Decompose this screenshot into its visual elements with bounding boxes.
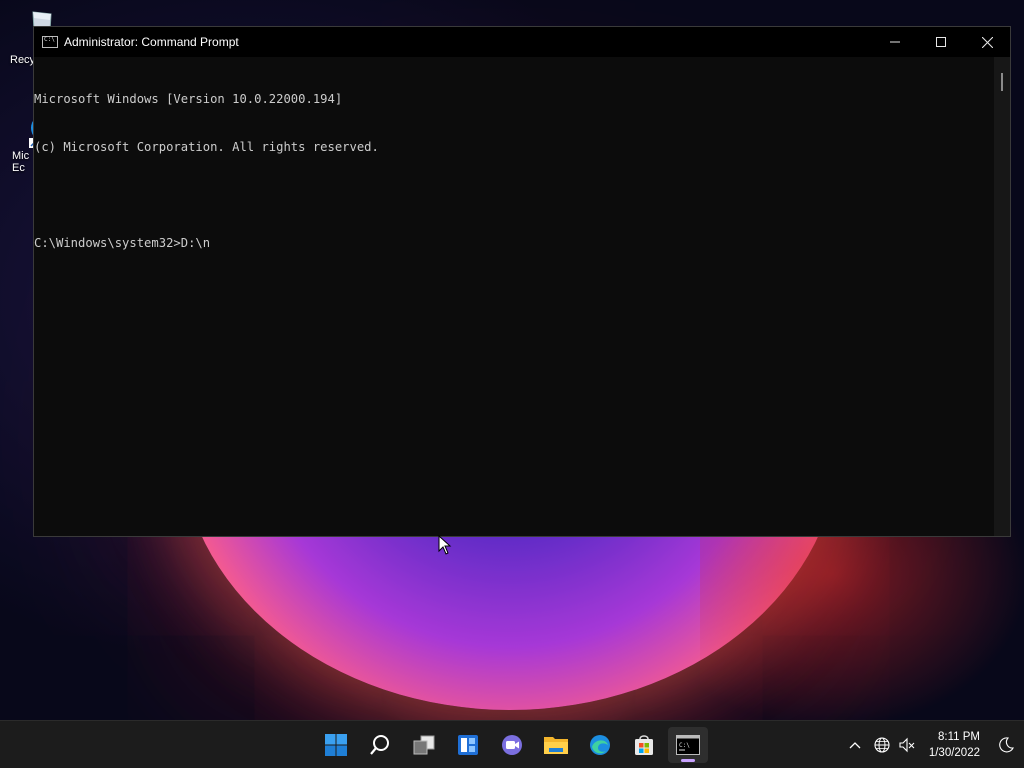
- desktop: Recy Mic Ec Administrator: Command Promp…: [0, 0, 1024, 768]
- task-view-button[interactable]: [404, 727, 444, 763]
- terminal-icon: C:\: [676, 735, 700, 755]
- maximize-button[interactable]: [918, 27, 964, 57]
- console-scrollbar[interactable]: [994, 57, 1010, 536]
- maximize-icon: [936, 37, 946, 47]
- clock-time: 8:11 PM: [938, 731, 980, 743]
- clock-date: 1/30/2022: [928, 747, 980, 759]
- show-hidden-icons-button[interactable]: [841, 741, 869, 749]
- command-prompt-taskbar-button[interactable]: C:\: [668, 727, 708, 763]
- start-button[interactable]: [316, 727, 356, 763]
- windows-start-icon: [325, 734, 347, 756]
- volume-button[interactable]: [895, 737, 919, 753]
- widgets-button[interactable]: [448, 727, 488, 763]
- taskbar: C:\ 8:11 PM 1/30/2022: [0, 720, 1024, 768]
- store-icon: [635, 735, 653, 755]
- task-view-icon: [413, 735, 435, 755]
- window-title: Administrator: Command Prompt: [64, 35, 239, 49]
- svg-text:C:\: C:\: [679, 742, 690, 749]
- mouse-pointer-icon: [438, 535, 452, 555]
- teams-chat-icon: [502, 735, 522, 755]
- speaker-muted-icon: [899, 737, 915, 753]
- minimize-icon: [890, 41, 900, 43]
- edge-button[interactable]: [580, 727, 620, 763]
- folder-icon: [544, 737, 568, 754]
- clock[interactable]: 8:11 PM 1/30/2022: [929, 729, 980, 761]
- system-tray: 8:11 PM 1/30/2022: [841, 721, 1024, 768]
- search-button[interactable]: [360, 727, 400, 763]
- cmd-app-icon: [42, 36, 58, 48]
- console-prompt-line[interactable]: C:\Windows\system32>D:\n: [34, 235, 994, 251]
- active-app-indicator: [681, 759, 695, 762]
- focus-moon-icon: [999, 737, 1014, 753]
- network-button[interactable]: [869, 737, 895, 753]
- widgets-icon: [458, 735, 478, 755]
- close-icon: [981, 36, 993, 48]
- command-prompt-window[interactable]: Administrator: Command Prompt Microsoft …: [33, 26, 1011, 537]
- console-output[interactable]: Microsoft Windows [Version 10.0.22000.19…: [34, 57, 994, 536]
- console-line: Microsoft Windows [Version 10.0.22000.19…: [34, 92, 343, 106]
- edge-icon: [590, 735, 610, 755]
- globe-icon: [874, 737, 890, 753]
- console-line: (c) Microsoft Corporation. All rights re…: [34, 140, 379, 154]
- scrollbar-thumb[interactable]: [1001, 73, 1003, 91]
- close-button[interactable]: [964, 27, 1010, 57]
- minimize-button[interactable]: [872, 27, 918, 57]
- chat-button[interactable]: [492, 727, 532, 763]
- file-explorer-button[interactable]: [536, 727, 576, 763]
- focus-assist-button[interactable]: [994, 737, 1018, 753]
- window-titlebar[interactable]: Administrator: Command Prompt: [34, 27, 1010, 57]
- search-icon: [370, 735, 389, 755]
- store-button[interactable]: [624, 727, 664, 763]
- chevron-up-icon: [849, 742, 861, 749]
